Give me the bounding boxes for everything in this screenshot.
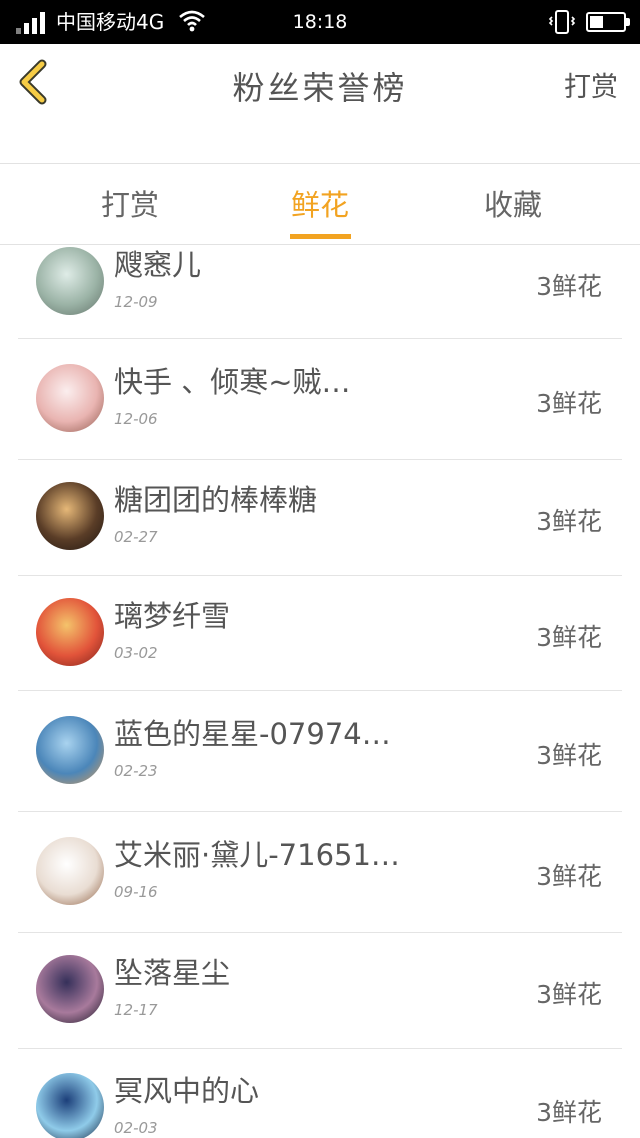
battery-level xyxy=(590,16,603,28)
avatar[interactable] xyxy=(36,364,104,432)
vibrate-icon xyxy=(548,10,576,34)
fan-name: 飕窸儿 xyxy=(114,248,202,282)
battery-icon xyxy=(586,12,630,32)
gift-date: 03-02 xyxy=(114,644,158,662)
avatar[interactable] xyxy=(36,1073,104,1138)
flower-count: 3鲜花 xyxy=(536,1098,602,1127)
fan-name: 坠落星尘 xyxy=(114,956,231,990)
flower-count: 3鲜花 xyxy=(536,507,602,536)
avatar[interactable] xyxy=(36,837,104,905)
avatar[interactable] xyxy=(36,598,104,666)
list-item[interactable]: 艾米丽·黛儿-71651… 09-16 3鲜花 xyxy=(18,812,622,933)
avatar[interactable] xyxy=(36,716,104,784)
fan-name: 糖团团的棒棒糖 xyxy=(114,483,318,517)
fan-name: 冥风中的心 xyxy=(114,1074,260,1108)
fan-name: 艾米丽·黛儿-71651… xyxy=(114,838,400,872)
flower-count: 3鲜花 xyxy=(536,741,602,770)
fan-name: 蓝色的星星-07974… xyxy=(114,717,391,751)
flower-count: 3鲜花 xyxy=(536,980,602,1009)
reward-button[interactable]: 打赏 xyxy=(564,70,618,106)
fan-list[interactable]: 飕窸儿 12-09 3鲜花 快手 、倾寒~贼… 12-06 3鲜花 糖团团的棒棒糖 02-27… xyxy=(0,246,640,1138)
clock: 18:18 xyxy=(292,11,348,33)
list-item[interactable]: 糖团团的棒棒糖 02-27 3鲜花 xyxy=(18,460,622,576)
list-item[interactable]: 坠落星尘 12-17 3鲜花 xyxy=(18,933,622,1049)
avatar[interactable] xyxy=(36,955,104,1023)
flower-count: 3鲜花 xyxy=(536,623,602,652)
gift-date: 12-09 xyxy=(114,293,158,311)
tab-flowers[interactable]: 鲜花 xyxy=(260,185,380,225)
flower-count: 3鲜花 xyxy=(536,389,602,418)
active-tab-indicator xyxy=(290,234,351,239)
tab-favorites[interactable]: 收藏 xyxy=(453,185,573,225)
list-item[interactable]: 飕窸儿 12-09 3鲜花 xyxy=(18,246,622,339)
fan-name: 快手 、倾寒~贼… xyxy=(114,365,351,399)
avatar[interactable] xyxy=(36,482,104,550)
gift-date: 12-17 xyxy=(114,1001,158,1019)
flower-count: 3鲜花 xyxy=(536,272,602,301)
avatar[interactable] xyxy=(36,247,104,315)
list-item[interactable]: 蓝色的星星-07974… 02-23 3鲜花 xyxy=(18,691,622,812)
gift-date: 02-03 xyxy=(114,1119,158,1137)
flower-count: 3鲜花 xyxy=(536,862,602,891)
list-item[interactable]: 冥风中的心 02-03 3鲜花 xyxy=(18,1049,622,1138)
gift-date: 02-27 xyxy=(114,528,158,546)
gift-date: 02-23 xyxy=(114,762,158,780)
tab-bar: 打赏 鲜花 收藏 xyxy=(0,165,640,245)
list-item[interactable]: 璃梦纤雪 03-02 3鲜花 xyxy=(18,576,622,691)
gift-date: 09-16 xyxy=(114,883,158,901)
fan-name: 璃梦纤雪 xyxy=(114,599,231,633)
page-title: 粉丝荣誉榜 xyxy=(232,69,408,107)
gift-date: 12-06 xyxy=(114,410,158,428)
tab-reward[interactable]: 打赏 xyxy=(70,185,190,225)
list-item[interactable]: 快手 、倾寒~贼… 12-06 3鲜花 xyxy=(18,339,622,460)
status-bar: 中国移动4G 18:18 xyxy=(0,0,640,44)
